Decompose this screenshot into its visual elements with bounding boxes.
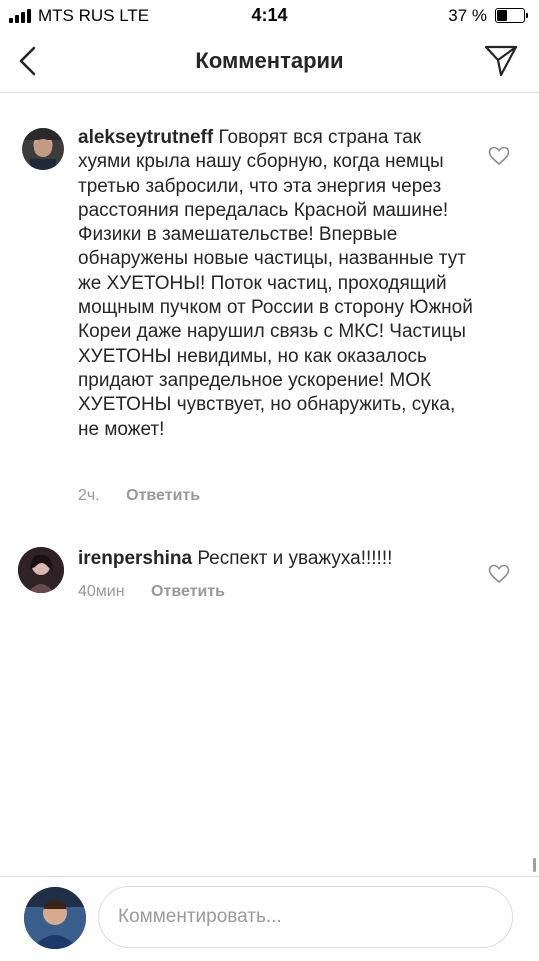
- comment-username[interactable]: irenpershina: [78, 548, 192, 569]
- heart-icon: [488, 146, 510, 166]
- battery-icon: [495, 8, 529, 23]
- scrollbar[interactable]: [533, 858, 536, 872]
- like-button[interactable]: [488, 146, 510, 166]
- comment-meta: 2ч. Ответить: [78, 487, 200, 505]
- battery-percentage: 37 %: [448, 6, 487, 25]
- nav-bar: Комментарии: [0, 32, 539, 93]
- comment-composer: Комментировать...: [0, 876, 539, 961]
- page-title: Комментарии: [195, 48, 344, 73]
- heart-icon: [488, 564, 510, 584]
- comment-timestamp: 40мин: [78, 583, 125, 600]
- comment-text: Говорят вся страна так хуями крыла нашу …: [78, 127, 473, 440]
- comment-username[interactable]: alekseytrutneff: [78, 127, 213, 148]
- my-avatar: [24, 887, 86, 949]
- avatar[interactable]: [18, 547, 64, 593]
- comment-item: irenpershina Респект и уважуха!!!!!! 40м…: [0, 522, 539, 622]
- comment-item: alekseytrutneff Говорят вся страна так х…: [0, 92, 539, 522]
- paper-plane-icon: [484, 45, 518, 77]
- direct-share-button[interactable]: [483, 43, 519, 79]
- comment-timestamp: 2ч.: [78, 487, 100, 504]
- reply-button[interactable]: Ответить: [151, 583, 225, 600]
- like-button[interactable]: [488, 564, 510, 584]
- reply-button[interactable]: Ответить: [126, 487, 200, 504]
- comment-meta: 40мин Ответить: [78, 583, 225, 601]
- comment-input[interactable]: Комментировать...: [98, 886, 513, 948]
- avatar[interactable]: [22, 128, 64, 170]
- comment-text-block: irenpershina Респект и уважуха!!!!!!: [78, 547, 473, 571]
- comment-text: Респект и уважуха!!!!!!: [197, 548, 393, 569]
- comment-text-block: alekseytrutneff Говорят вся страна так х…: [78, 126, 473, 442]
- status-bar: MTS RUS LTE 4:14 37 %: [0, 0, 539, 32]
